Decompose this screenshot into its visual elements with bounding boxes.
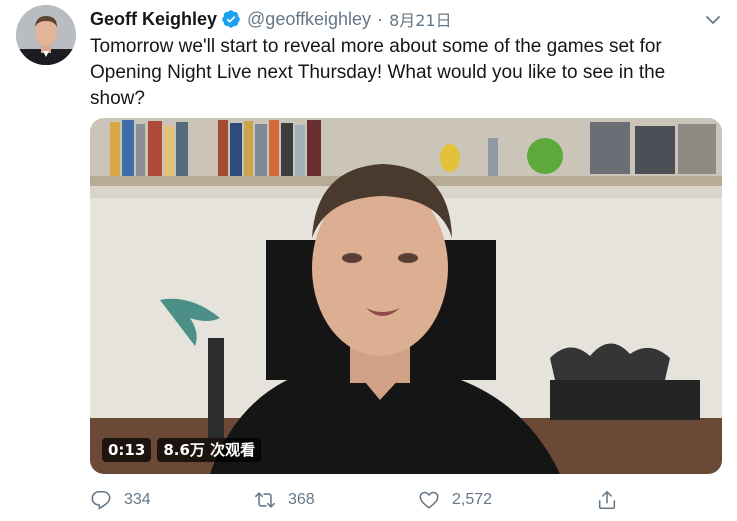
tweet-card[interactable]: Geoff Keighley @geoffkeighley · 8月21日 To… [0, 0, 737, 521]
header-separator: · [377, 8, 384, 29]
like-count: 2,572 [452, 491, 493, 508]
display-name[interactable]: Geoff Keighley [90, 9, 217, 30]
video-view-count: 8.6万 次观看 [157, 438, 262, 462]
tweet-header: Geoff Keighley @geoffkeighley · 8月21日 [90, 6, 452, 32]
video-overlay: 0:13 8.6万 次观看 [102, 438, 262, 462]
video-duration: 0:13 [102, 438, 152, 462]
video-player[interactable]: 0:13 8.6万 次观看 [90, 118, 722, 474]
retweet-icon [254, 489, 276, 511]
heart-icon [418, 489, 440, 511]
tweet-actions: 334 368 2,572 [90, 486, 630, 514]
video-thumbnail [90, 118, 722, 474]
avatar[interactable] [16, 5, 76, 65]
reply-icon [90, 489, 112, 511]
retweet-count: 368 [288, 491, 315, 508]
user-handle[interactable]: @geoffkeighley [247, 9, 371, 30]
reply-button[interactable]: 334 [90, 486, 151, 514]
avatar-image [16, 5, 76, 65]
reply-count: 334 [124, 491, 151, 508]
tweet-text: Tomorrow we'll start to reveal more abou… [90, 36, 666, 109]
share-button[interactable] [596, 486, 618, 514]
retweet-button[interactable]: 368 [254, 486, 315, 514]
verified-badge-icon [221, 9, 241, 29]
tweet-date[interactable]: 8月21日 [389, 7, 452, 31]
chevron-down-icon[interactable] [703, 10, 723, 30]
share-icon [596, 489, 618, 511]
like-button[interactable]: 2,572 [418, 486, 492, 514]
